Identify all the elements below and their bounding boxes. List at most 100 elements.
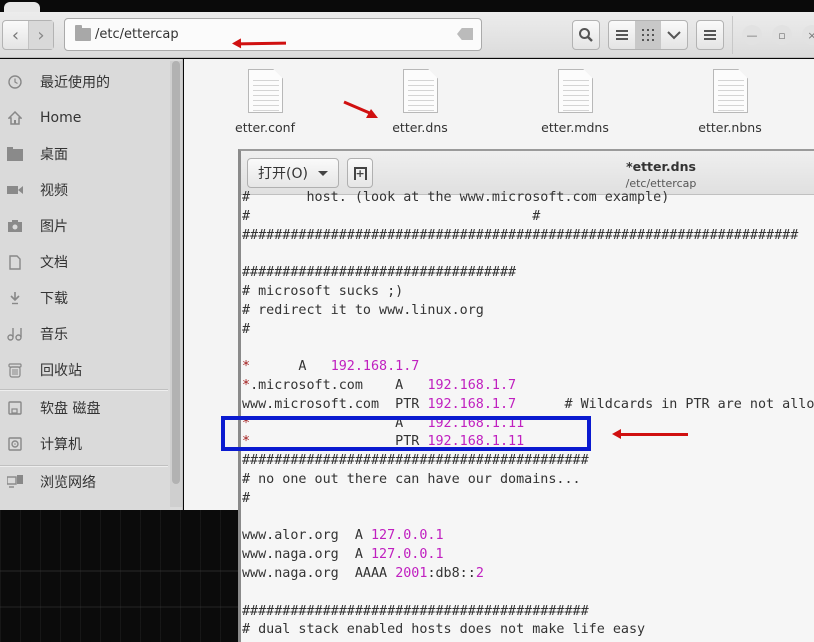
search-button[interactable] <box>572 20 600 50</box>
file-item[interactable]: etter.mdns <box>520 69 630 139</box>
ip-literal: 192.168.1.7 <box>427 377 517 393</box>
sidebar-item-pictures[interactable]: 图片 <box>0 211 170 241</box>
sidebar-item-label: 浏览网络 <box>40 475 96 491</box>
location-path[interactable]: /etc/ettercap <box>95 27 179 42</box>
code-text: # microsoft sucks ;) <box>242 283 404 299</box>
text-file-icon <box>403 69 438 113</box>
download-icon <box>7 290 23 306</box>
music-icon <box>7 326 23 342</box>
code-line: ################################## <box>242 264 814 283</box>
code-text: www.naga.org AAAA <box>242 565 396 581</box>
clock-icon <box>7 74 23 90</box>
sidebar-scrollbar[interactable] <box>170 61 182 507</box>
code-text: # redirect it to www.linux.org <box>242 302 484 318</box>
code-text: ########################################… <box>242 453 589 469</box>
sidebar-item-music[interactable]: 音乐 <box>0 319 170 349</box>
dropdown-caret-icon <box>317 170 328 176</box>
list-view-button[interactable] <box>609 21 635 49</box>
file-manager-headerbar: ‹ › /etc/ettercap — ▫ × <box>0 12 814 58</box>
code-line: # <box>242 321 814 340</box>
code-text: # <box>242 490 251 506</box>
sidebar-item-computer[interactable]: 计算机 <box>0 429 170 459</box>
grid-view-button[interactable] <box>635 21 661 49</box>
code-text: www.alor.org A <box>242 528 371 544</box>
code-line: www.microsoft.com PTR 192.168.1.7 # Wild… <box>242 396 814 415</box>
file-name: etter.mdns <box>541 120 609 135</box>
file-item[interactable]: etter.nbns <box>675 69 785 139</box>
ip-literal: 192.168.1.7 <box>427 396 517 412</box>
highlight-box <box>221 416 591 451</box>
code-text: ########################################… <box>242 603 589 619</box>
open-button[interactable]: 打开(O) <box>247 158 339 188</box>
chevron-right-icon: › <box>37 24 45 46</box>
chevron-down-icon <box>667 31 681 40</box>
sidebar-item-documents[interactable]: 文档 <box>0 247 170 277</box>
code-line: www.naga.org A 127.0.0.1 <box>242 546 814 565</box>
new-document-button[interactable]: + <box>347 158 373 188</box>
trash-icon <box>7 362 23 378</box>
clear-location-icon[interactable] <box>457 28 473 40</box>
view-mode-group <box>608 20 688 50</box>
code-line: # host. (look at the www.microsoft.com e… <box>242 189 814 208</box>
sidebar-item-home[interactable]: Home <box>0 103 170 133</box>
code-text: www.naga.org A <box>242 547 371 563</box>
ip-literal: 127.0.0.1 <box>371 547 444 563</box>
maximize-button[interactable]: ▫ <box>772 25 792 45</box>
sidebar-item-label: 回收站 <box>40 363 82 379</box>
text-file-icon <box>713 69 748 113</box>
headerbar-separator <box>732 16 733 54</box>
menu-button[interactable] <box>696 20 724 50</box>
code-text: A <box>250 359 331 375</box>
wildcard-token: * <box>242 359 251 375</box>
floppy-icon <box>7 400 23 416</box>
file-name: etter.conf <box>235 120 295 135</box>
computer-icon <box>7 436 23 452</box>
sidebar-item-label: 视频 <box>40 183 68 199</box>
view-options-button[interactable] <box>661 21 687 49</box>
sidebar-item-network[interactable]: 浏览网络 <box>0 467 170 497</box>
location-bar[interactable]: /etc/ettercap <box>64 18 482 51</box>
code-text: # no one out there can have our domains.… <box>242 471 581 487</box>
sidebar-item-label: 图片 <box>40 219 68 235</box>
code-text: # host. (look at the www.microsoft.com e… <box>242 190 670 205</box>
camera-icon <box>7 218 23 234</box>
sidebar-item-downloads[interactable]: 下载 <box>0 283 170 313</box>
close-button[interactable]: × <box>802 25 814 45</box>
minimize-button[interactable]: — <box>742 25 762 45</box>
sidebar-item-trash[interactable]: 回收站 <box>0 355 170 385</box>
chevron-left-icon: ‹ <box>11 24 20 46</box>
ip-literal: 127.0.0.1 <box>371 528 444 544</box>
home-icon <box>7 110 23 126</box>
forward-button[interactable]: › <box>27 21 53 49</box>
navigation-buttons: ‹ › <box>2 20 54 50</box>
ip-literal: 2 <box>475 565 484 581</box>
code-text: # <box>242 321 251 337</box>
code-line: # dual stack enabled hosts does not make… <box>242 621 814 640</box>
file-item[interactable]: etter.conf <box>210 69 320 139</box>
back-button[interactable]: ‹ <box>3 21 28 49</box>
sidebar-separator <box>0 389 168 390</box>
code-line: *.microsoft.com A 192.168.1.7 <box>242 377 814 396</box>
maximize-icon: ▫ <box>778 28 786 42</box>
sidebar-item-desktop[interactable]: 桌面 <box>0 139 170 169</box>
sidebar-item-label: 桌面 <box>40 147 68 163</box>
sidebar-item-floppy[interactable]: 软盘 磁盘 <box>0 393 170 423</box>
sidebar-item-videos[interactable]: 视频 <box>0 175 170 205</box>
open-button-label: 打开(O) <box>258 166 308 182</box>
text-editor-window: 打开(O) + *etter.dns /etc/ettercap # host.… <box>238 149 814 642</box>
sidebar-item-label: 文档 <box>40 255 68 271</box>
sidebar-scrollbar-thumb[interactable] <box>172 61 180 484</box>
sidebar-item-label: 音乐 <box>40 327 68 343</box>
document-title: *etter.dns <box>626 159 696 174</box>
code-line: # no one out there can have our domains.… <box>242 471 814 490</box>
text-file-icon <box>248 69 283 113</box>
sidebar-item-recent[interactable]: 最近使用的 <box>0 67 170 97</box>
file-name: etter.dns <box>392 120 448 135</box>
file-name: etter.nbns <box>698 120 762 135</box>
video-icon <box>7 182 23 198</box>
list-icon <box>616 30 628 40</box>
code-text: .microsoft.com A <box>250 377 428 393</box>
